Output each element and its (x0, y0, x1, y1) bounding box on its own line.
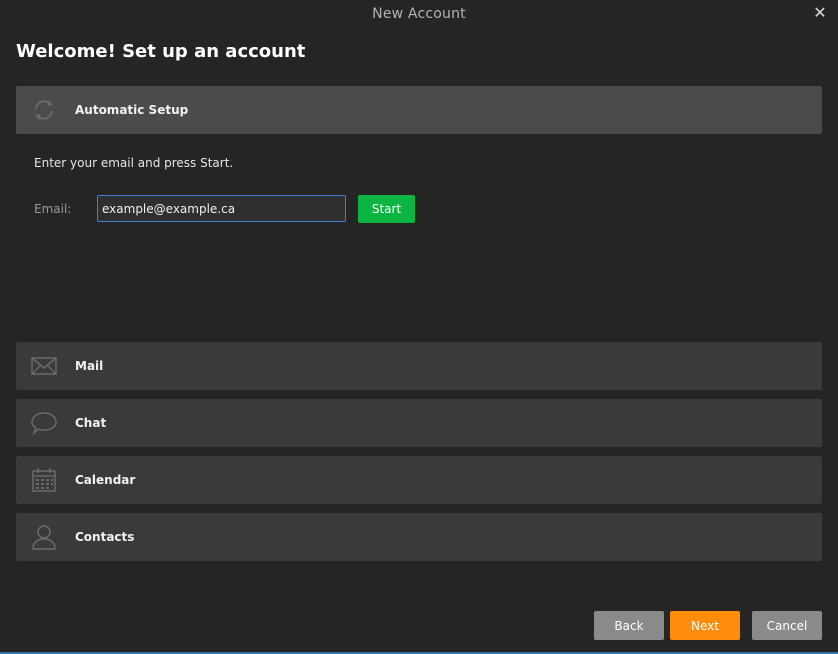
cancel-button[interactable]: Cancel (752, 611, 822, 640)
chat-icon (31, 412, 57, 436)
section-mail-label: Mail (75, 359, 104, 373)
section-mail[interactable]: Mail (16, 342, 822, 390)
section-chat-label: Chat (75, 416, 107, 430)
mail-icon (31, 357, 57, 375)
window-title: New Account (372, 6, 466, 22)
new-account-window: New Account ✕ Welcome! Set up an account… (0, 0, 838, 654)
sync-icon (35, 100, 53, 120)
section-contacts-label: Contacts (75, 530, 135, 544)
page-title: Welcome! Set up an account (16, 41, 306, 62)
automatic-setup-instructions: Enter your email and press Start. (34, 156, 234, 170)
section-contacts[interactable]: Contacts (16, 513, 822, 561)
section-chat[interactable]: Chat (16, 399, 822, 447)
contact-icon (32, 525, 56, 550)
section-calendar-label: Calendar (75, 473, 136, 487)
section-automatic-setup[interactable]: Automatic Setup (16, 86, 822, 134)
section-automatic-setup-label: Automatic Setup (75, 103, 189, 117)
email-input[interactable] (97, 195, 346, 222)
close-button[interactable]: ✕ (812, 4, 828, 22)
title-bar: New Account ✕ (0, 0, 838, 30)
section-calendar[interactable]: Calendar (16, 456, 822, 504)
start-button[interactable]: Start (358, 195, 415, 223)
close-icon: ✕ (813, 3, 827, 22)
calendar-icon (32, 468, 56, 492)
back-button[interactable]: Back (594, 611, 664, 640)
next-button[interactable]: Next (670, 611, 740, 640)
email-label: Email: (34, 202, 72, 216)
